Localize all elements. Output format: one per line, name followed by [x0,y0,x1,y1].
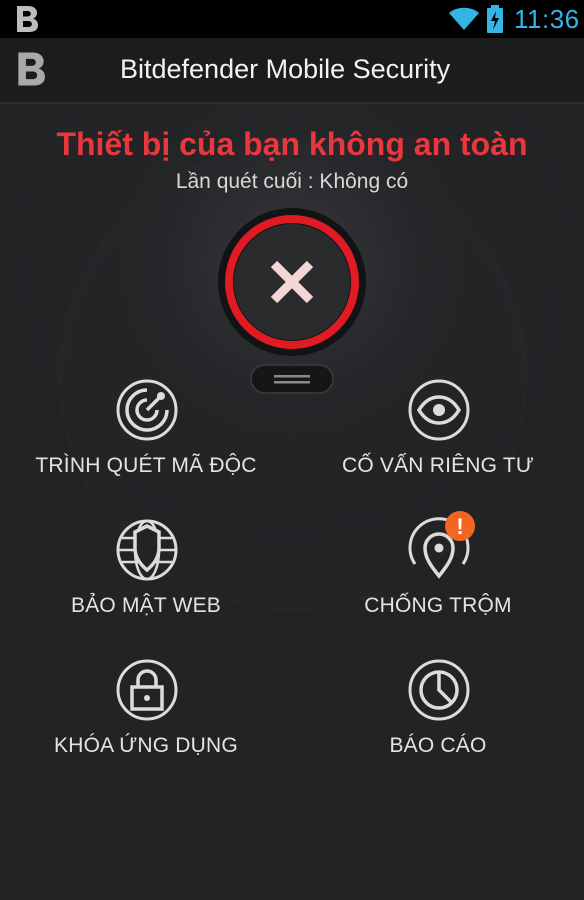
tile-label: BẢO MẬT WEB [71,594,221,617]
status-bar: 11:36 [0,0,584,38]
privacy-advisor-tile[interactable]: CỐ VẤN RIÊNG TƯ [292,378,584,518]
wifi-icon [449,7,479,30]
globe-shield-icon [116,519,178,581]
tile-label: CỐ VẤN RIÊNG TƯ [341,454,535,477]
reports-tile[interactable]: BÁO CÁO [292,658,584,798]
alert-badge-text: ! [456,514,463,539]
web-security-tile[interactable]: BẢO MẬT WEB [0,518,292,658]
security-status-headline: Thiết bị của bạn không an toàn [56,126,528,162]
tile-label: BÁO CÁO [389,734,487,757]
action-bar: Bitdefender Mobile Security [0,38,584,104]
last-scan-text: Lần quét cuối : Không có [175,170,409,193]
tile-label: KHÓA ỨNG DỤNG [54,734,238,757]
battery-charging-icon [487,5,503,33]
pie-chart-icon [408,659,470,721]
status-dial-button[interactable] [216,206,368,358]
scanner-icon [116,379,178,441]
app-lock-tile[interactable]: KHÓA ỨNG DỤNG [0,658,292,798]
malware-scanner-tile[interactable]: TRÌNH QUÉT MÃ ĐỘC [0,378,292,518]
lock-icon [116,659,178,721]
clock: 11:36 [514,4,580,34]
anti-theft-tile[interactable]: ! CHỐNG TRỘM [292,511,584,658]
eye-icon [408,379,470,441]
app-title: Bitdefender Mobile Security [120,54,451,84]
bitdefender-b-icon [17,6,38,32]
dashboard: Thiết bị của bạn không an toàn Lần quét … [0,104,584,900]
bitdefender-logo-icon[interactable] [14,50,48,88]
alert-badge: ! [445,511,475,541]
tile-label: CHỐNG TRỘM [364,594,512,617]
tile-label: TRÌNH QUÉT MÃ ĐỘC [35,454,257,477]
